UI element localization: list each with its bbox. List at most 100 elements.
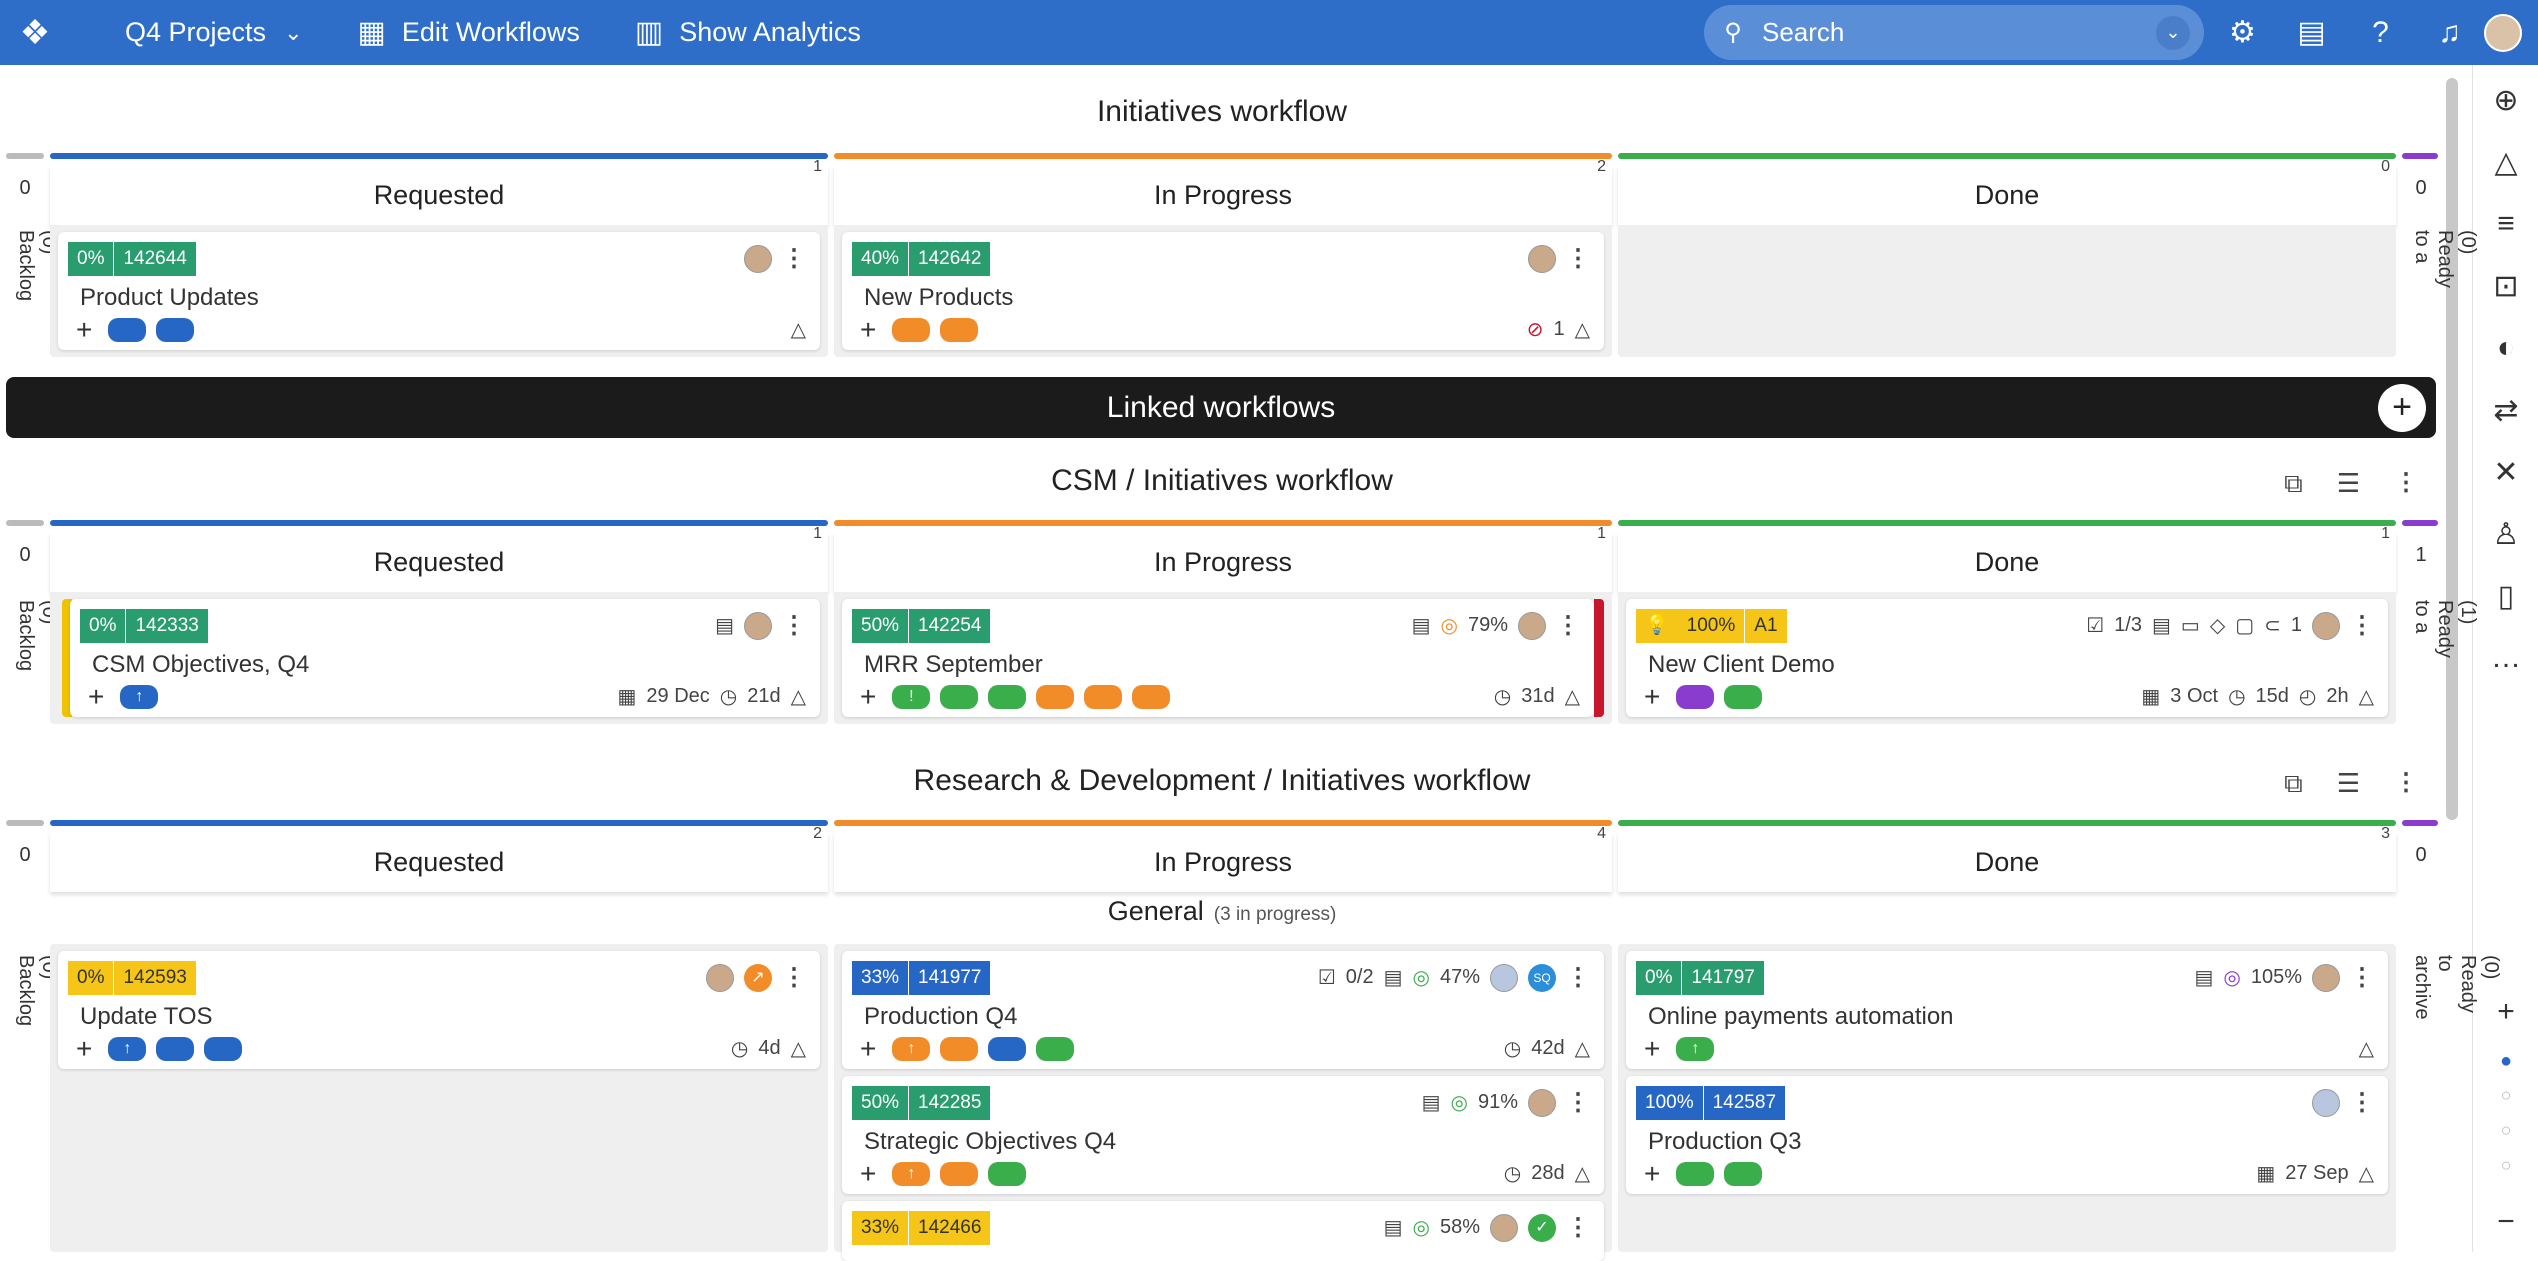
card-menu-icon[interactable]: ⋮ [1566, 244, 1590, 273]
settings-list-icon[interactable]: ☰ [2337, 468, 2360, 500]
app-logo-icon[interactable]: ❖ [0, 0, 70, 65]
card-title[interactable]: CSM Objectives, Q4 [92, 651, 309, 679]
briefcase-icon[interactable]: ⊡ [2473, 269, 2538, 304]
card-menu-icon[interactable]: ⋮ [1556, 611, 1580, 640]
bell-icon[interactable]: ♫ [2415, 16, 2484, 50]
archive-label[interactable]: (0) Ready to a [2410, 230, 2479, 288]
palette-icon[interactable]: ◐ [2473, 331, 2538, 365]
card-id[interactable]: 142285 [908, 1086, 991, 1120]
card-menu-icon[interactable]: ⋮ [2350, 611, 2374, 640]
check-badge-icon[interactable]: ✓ [1528, 1213, 1556, 1242]
card-title[interactable]: Update TOS [80, 1003, 213, 1031]
arrow-up-tag-icon[interactable]: ↑ [892, 1037, 931, 1061]
open-external-icon[interactable]: ⧉ [2284, 468, 2303, 500]
triangle-icon[interactable]: △ [2359, 1036, 2374, 1061]
workflow-menu-icon[interactable]: ⋮ [2394, 768, 2418, 800]
description-icon[interactable]: ▤ [1412, 613, 1431, 638]
search-dropdown-icon[interactable]: ⌄ [2156, 15, 2190, 50]
open-external-icon[interactable]: ⧉ [2284, 768, 2303, 800]
description-icon[interactable]: ▤ [2152, 613, 2171, 638]
arrow-up-tag-icon[interactable]: ↑ [108, 1037, 147, 1061]
zoom-out-icon[interactable]: − [2473, 1205, 2538, 1239]
zoom-step-icon[interactable]: ○ [2473, 1155, 2538, 1176]
column-requested[interactable]: Requested 1 [50, 158, 828, 225]
zoom-step-icon[interactable]: ○ [2473, 1085, 2538, 1106]
card-menu-icon[interactable]: ⋮ [1566, 1213, 1590, 1242]
help-icon[interactable]: ? [2346, 16, 2415, 50]
tag-pill[interactable] [1724, 1162, 1763, 1186]
description-icon[interactable]: ▤ [1384, 1215, 1403, 1240]
column-in-progress[interactable]: In Progress 2 [834, 158, 1612, 225]
project-selector[interactable]: Q4 Projects ⌄ [125, 0, 303, 65]
assignee-avatar[interactable] [1528, 244, 1556, 273]
edit-workflows-button[interactable]: ▦ Edit Workflows [358, 0, 580, 65]
card[interactable]: 33% 141977 ☑ 0/2 ▤ ◎ 47% SQ ⋮ Production… [842, 951, 1604, 1069]
card-menu-icon[interactable]: ⋮ [1566, 963, 1590, 992]
tag-pill[interactable] [940, 318, 979, 342]
gear-icon[interactable]: ⚙ [2208, 15, 2277, 50]
assignee-avatar[interactable] [744, 244, 772, 273]
triangle-icon[interactable]: △ [791, 1036, 806, 1061]
search-input[interactable]: ⚲ Search ⌄ [1704, 5, 2204, 60]
card[interactable]: 0% 142593 ↗ ⋮ Update TOS + ↑ ◷ 4d △ [58, 951, 820, 1069]
column-requested[interactable]: Requested 2 [50, 825, 828, 892]
add-tag-icon[interactable]: + [860, 683, 876, 711]
card-title[interactable]: New Client Demo [1648, 651, 1835, 679]
swap-icon[interactable]: ⇄ [2473, 393, 2538, 428]
card[interactable]: 0% 141797 ▤ ◎ 105% ⋮ Online payments aut… [1626, 951, 2388, 1069]
description-icon[interactable]: ▤ [2194, 965, 2213, 990]
tag-pill[interactable] [156, 1037, 195, 1061]
column-in-progress[interactable]: In Progress 1 [834, 525, 1612, 592]
arrow-up-tag-icon[interactable]: ↑ [120, 685, 159, 709]
comment-icon[interactable]: ▢ [2235, 613, 2254, 638]
column-done[interactable]: Done 3 [1618, 825, 2396, 892]
assignee-avatar[interactable] [706, 963, 734, 992]
tag-pill[interactable] [1036, 685, 1075, 709]
triangle-icon[interactable]: △ [2359, 684, 2374, 709]
column-area[interactable] [1618, 225, 2396, 357]
card-menu-icon[interactable]: ⋮ [782, 963, 806, 992]
triangle-icon[interactable]: △ [791, 684, 806, 709]
assignee-avatar[interactable] [744, 611, 772, 640]
card-title[interactable]: New Products [864, 284, 1013, 312]
zoom-level-dot-icon[interactable]: ● [2473, 1050, 2538, 1073]
assignee-avatar[interactable] [1490, 963, 1518, 992]
card[interactable]: 100% 142587 ⋮ Production Q3 + ▦ 27 Sep △ [1626, 1076, 2388, 1194]
card-id[interactable]: 142466 [908, 1211, 991, 1245]
assignee-avatar[interactable] [1490, 1213, 1518, 1242]
clipboard-icon[interactable]: ▤ [2277, 15, 2346, 50]
exclamation-tag-icon[interactable]: ! [892, 685, 931, 709]
add-tag-icon[interactable]: + [88, 683, 104, 711]
add-tag-icon[interactable]: + [860, 316, 876, 344]
add-tag-icon[interactable]: + [860, 1035, 876, 1063]
assignee-avatar[interactable] [2312, 1088, 2340, 1117]
filter-icon[interactable]: ≡ [2473, 207, 2538, 241]
card[interactable]: 0% 142644 ⋮ Product Updates + △ [58, 232, 820, 350]
description-icon[interactable]: ▤ [715, 613, 734, 638]
add-user-icon[interactable]: ♙ [2473, 517, 2538, 552]
archive-label[interactable]: (1) Ready to a [2410, 600, 2479, 658]
arrow-up-tag-icon[interactable]: ↑ [1676, 1037, 1715, 1061]
assignee-avatar[interactable] [1518, 611, 1546, 640]
triangle-icon[interactable]: △ [1575, 1161, 1590, 1186]
tools-icon[interactable]: ✕ [2473, 455, 2538, 490]
assignee-avatar[interactable] [2312, 963, 2340, 992]
card-menu-icon[interactable]: ⋮ [2350, 963, 2374, 992]
card-id[interactable]: 142254 [908, 609, 991, 643]
card[interactable]: 33% 142466 ▤ ◎ 58% ✓ ⋮ [842, 1201, 1604, 1261]
column-done[interactable]: Done 0 [1618, 158, 2396, 225]
triangle-icon[interactable]: △ [1575, 317, 1590, 342]
tag-pill[interactable] [892, 318, 931, 342]
user-avatar[interactable] [2484, 13, 2522, 52]
card-id[interactable]: A1 [1744, 609, 1787, 643]
tag-pill[interactable] [988, 685, 1027, 709]
add-tag-icon[interactable]: + [1644, 1035, 1660, 1063]
show-analytics-button[interactable]: ▥ Show Analytics [635, 0, 861, 65]
vertical-scrollbar[interactable] [2446, 78, 2458, 820]
attachment-icon[interactable]: ⊂ [2264, 613, 2281, 638]
tag-pill[interactable] [1724, 685, 1763, 709]
tag-pill[interactable] [1036, 1037, 1075, 1061]
tag-pill[interactable] [940, 1037, 979, 1061]
card-title[interactable]: MRR September [864, 651, 1043, 679]
tag-pill[interactable] [988, 1162, 1027, 1186]
